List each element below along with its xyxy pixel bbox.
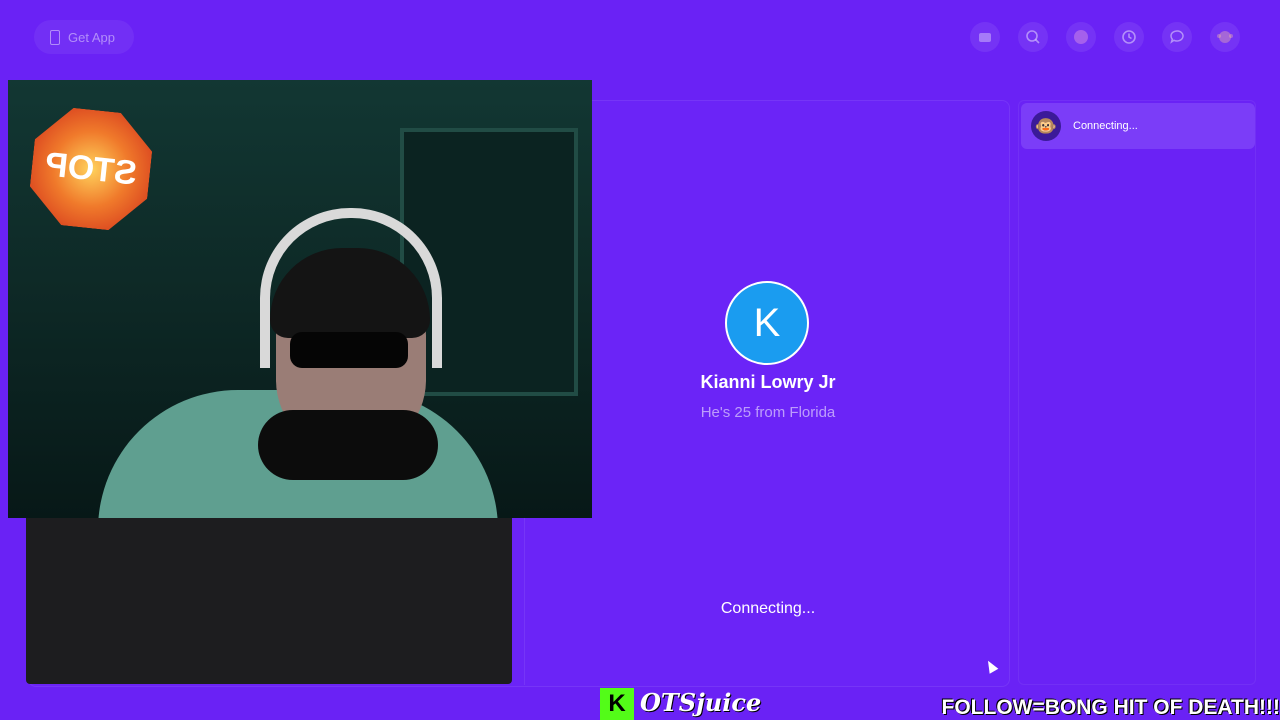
stop-sign: STOP bbox=[26, 104, 156, 234]
nav-icon-group bbox=[970, 22, 1240, 52]
kick-logo-icon: K bbox=[600, 688, 634, 720]
chat-header: 🐵 Connecting... bbox=[1021, 103, 1255, 149]
profile-icon[interactable] bbox=[1066, 22, 1096, 52]
neck-gaiter bbox=[258, 410, 438, 480]
history-icon[interactable] bbox=[1114, 22, 1144, 52]
top-navigation-bar: Get App bbox=[0, 0, 1280, 74]
chat-icon[interactable] bbox=[1162, 22, 1192, 52]
ticket-icon[interactable] bbox=[970, 22, 1000, 52]
get-app-label: Get App bbox=[68, 29, 115, 45]
peer-name: Kianni Lowry Jr bbox=[700, 372, 836, 392]
follow-banner: FOLLOW=BONG HIT OF DEATH!!! bbox=[941, 696, 1280, 719]
phone-icon bbox=[50, 29, 60, 45]
connection-status: Connecting... bbox=[720, 600, 816, 617]
get-app-button[interactable]: Get App bbox=[34, 20, 134, 54]
peer-subtitle: He's 25 from Florida bbox=[700, 404, 836, 421]
self-video-placeholder bbox=[26, 518, 512, 684]
search-icon[interactable] bbox=[1018, 22, 1048, 52]
chat-status: Connecting... bbox=[1073, 120, 1138, 132]
local-webcam-video: STOP bbox=[8, 80, 592, 518]
monkey-icon[interactable] bbox=[1210, 22, 1240, 52]
monkey-avatar-icon: 🐵 bbox=[1031, 111, 1061, 141]
sunglasses bbox=[290, 332, 408, 368]
peer-avatar: K bbox=[725, 281, 809, 365]
chat-panel: 🐵 Connecting... bbox=[1018, 100, 1256, 685]
streamer-name: OTSjuice bbox=[640, 688, 762, 717]
remote-peer-stage: K Kianni Lowry Jr He's 25 from Florida C… bbox=[524, 100, 1011, 685]
